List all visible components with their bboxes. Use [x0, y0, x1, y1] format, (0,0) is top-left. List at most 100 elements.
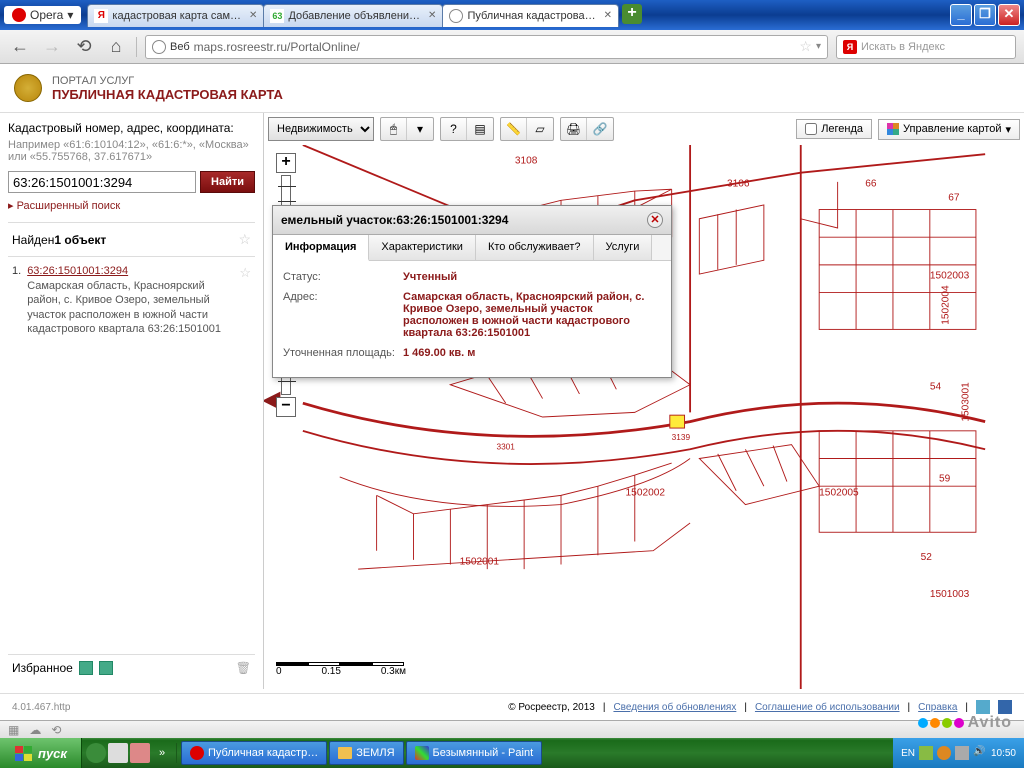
browser-statusbar: ▦ ☁ ⟲	[0, 720, 1024, 738]
sync-icon[interactable]: ⟲	[51, 723, 61, 737]
twitter-icon[interactable]	[976, 700, 990, 714]
results-prefix: Найден	[12, 233, 54, 247]
tray-icon-2[interactable]	[937, 746, 951, 760]
result-link[interactable]: 63:26:1501001:3294	[27, 265, 128, 277]
layers-tool-button[interactable]: ▤	[467, 118, 493, 140]
opera-icon	[12, 8, 26, 22]
map-area: Недвижимость 🖱 ▾ ? ▤ 📏 ▱ 🖨 🔗	[264, 113, 1024, 689]
panel-icon[interactable]: ▦	[8, 723, 19, 737]
home-button[interactable]: ⌂	[104, 35, 128, 59]
ql-icon-4[interactable]: »	[152, 743, 172, 763]
browser-search-bar[interactable]: Я Искать в Яндекс	[836, 35, 1016, 59]
pointer-tool-button[interactable]: 🖱	[381, 118, 407, 140]
forward-button[interactable]: →	[40, 35, 64, 59]
svg-text:1503001: 1503001	[961, 382, 972, 422]
tab-information[interactable]: Информация	[273, 235, 369, 261]
zoom-out-button[interactable]: −	[276, 397, 296, 417]
new-tab-button[interactable]: +	[622, 4, 642, 24]
tab-rosreestr[interactable]: Публичная кадастрова… ✕	[442, 4, 619, 27]
measure-area-button[interactable]: ▱	[527, 118, 553, 140]
dropdown-arrow-icon[interactable]: ▾	[816, 41, 821, 52]
tray-icon-1[interactable]	[919, 746, 933, 760]
tab-63[interactable]: 63 Добавление объявлени… ✕	[263, 4, 443, 27]
favorites-label: Избранное	[12, 661, 73, 675]
advanced-search-link[interactable]: Расширенный поиск	[8, 199, 120, 212]
trash-icon[interactable]: 🗑	[236, 661, 251, 675]
windows-taskbar: пуск » Публичная кадастр… ЗЕМЛЯ Безымянн…	[0, 738, 1024, 768]
favorites-bar: Избранное 🗑	[8, 654, 255, 681]
lang-indicator[interactable]: EN	[901, 748, 915, 759]
dropdown-arrow-icon: ▾	[67, 8, 73, 22]
results-star-icon[interactable]: ☆	[238, 231, 251, 248]
globe-favicon	[449, 9, 463, 23]
svg-text:3108: 3108	[515, 155, 538, 166]
result-description: Самарская область, Красноярский район, с…	[27, 279, 233, 336]
tab-service[interactable]: Кто обслуживает?	[476, 235, 594, 260]
task-paint[interactable]: Безымянный - Paint	[406, 741, 543, 765]
popup-address-value: Самарская область, Красноярский район, с…	[403, 291, 661, 339]
address-bar[interactable]: Веб maps.rosreestr.ru/PortalOnline/ ☆ ▾	[145, 35, 828, 59]
maximize-button[interactable]: ❐	[974, 4, 996, 26]
close-icon[interactable]: ✕	[604, 10, 612, 21]
scale-mid: 0.15	[321, 666, 340, 677]
updates-link[interactable]: Сведения об обновлениях	[613, 702, 736, 713]
bookmark-star-icon[interactable]: ☆	[799, 38, 812, 55]
volume-icon[interactable]: 🔊	[973, 746, 987, 760]
agreement-link[interactable]: Соглашение об использовании	[755, 702, 900, 713]
map-canvas[interactable]: 3108 3106 66 67 1502003 1502004 54 15030…	[264, 145, 1024, 689]
map-toolbar: Недвижимость 🖱 ▾ ? ▤ 📏 ▱ 🖨 🔗	[268, 117, 1020, 141]
ql-icon-2[interactable]	[108, 743, 128, 763]
rosreestr-logo	[12, 72, 44, 104]
favorite-star-icon[interactable]: ☆	[239, 265, 251, 336]
export-icon[interactable]	[99, 661, 113, 675]
close-icon[interactable]: ✕	[428, 10, 436, 21]
clock[interactable]: 10:50	[991, 748, 1016, 759]
result-item[interactable]: 1. 63:26:1501001:3294 Самарская область,…	[8, 257, 255, 344]
search-label: Кадастровый номер, адрес, координата:	[8, 121, 255, 135]
folder-icon	[338, 747, 352, 759]
legend-toggle[interactable]: Легенда	[796, 119, 872, 139]
tab-label: кадастровая карта сам…	[112, 10, 241, 22]
pointer-dropdown-icon[interactable]: ▾	[407, 118, 433, 140]
opera-menu-button[interactable]: Opera ▾	[4, 6, 81, 24]
facebook-icon[interactable]	[998, 700, 1012, 714]
start-button[interactable]: пуск	[0, 738, 82, 768]
help-link[interactable]: Справка	[918, 702, 957, 713]
tab-label: Добавление объявлени…	[288, 10, 420, 22]
tab-services[interactable]: Услуги	[594, 235, 653, 260]
close-icon[interactable]: ✕	[249, 10, 257, 21]
ql-icon-3[interactable]	[130, 743, 150, 763]
search-placeholder: Искать в Яндекс	[861, 41, 945, 53]
print-button[interactable]: 🖨	[561, 118, 587, 140]
popup-body: Статус: Учтенный Адрес: Самарская област…	[273, 261, 671, 377]
search-button[interactable]: Найти	[200, 171, 255, 193]
window-controls: _ ❐ ✕	[950, 4, 1020, 26]
map-management-button[interactable]: Управление картой ▾	[878, 119, 1020, 140]
main-area: Кадастровый номер, адрес, координата: На…	[0, 113, 1024, 689]
popup-header[interactable]: емельный участок: 63:26:1501001:3294 ✕	[273, 206, 671, 235]
tray-icon-3[interactable]	[955, 746, 969, 760]
measure-line-button[interactable]: 📏	[501, 118, 527, 140]
popup-close-button[interactable]: ✕	[647, 212, 663, 228]
minimize-button[interactable]: _	[950, 4, 972, 26]
tab-characteristics[interactable]: Характеристики	[369, 235, 476, 260]
window-close-button[interactable]: ✕	[998, 4, 1020, 26]
task-folder[interactable]: ЗЕМЛЯ	[329, 741, 403, 765]
back-button[interactable]: ←	[8, 35, 32, 59]
cadastral-search-input[interactable]	[8, 171, 196, 193]
reload-button[interactable]: ⟲	[72, 35, 96, 59]
result-number: 1.	[12, 265, 21, 336]
link-button[interactable]: 🔗	[587, 118, 613, 140]
cloud-icon[interactable]: ☁	[29, 723, 41, 737]
tab-yandex[interactable]: Я кадастровая карта сам… ✕	[87, 4, 264, 27]
zoom-in-button[interactable]: +	[276, 153, 296, 173]
legend-checkbox[interactable]	[805, 123, 817, 135]
task-opera[interactable]: Публичная кадастр…	[181, 741, 327, 765]
layer-select[interactable]: Недвижимость	[268, 117, 374, 141]
svg-text:1502002: 1502002	[626, 487, 666, 498]
ql-icon-1[interactable]	[86, 743, 106, 763]
import-icon[interactable]	[79, 661, 93, 675]
system-tray: EN 🔊 10:50	[893, 738, 1024, 768]
info-tool-button[interactable]: ?	[441, 118, 467, 140]
page-footer: 4.01.467.http © Росреестр, 2013 | Сведен…	[0, 693, 1024, 720]
